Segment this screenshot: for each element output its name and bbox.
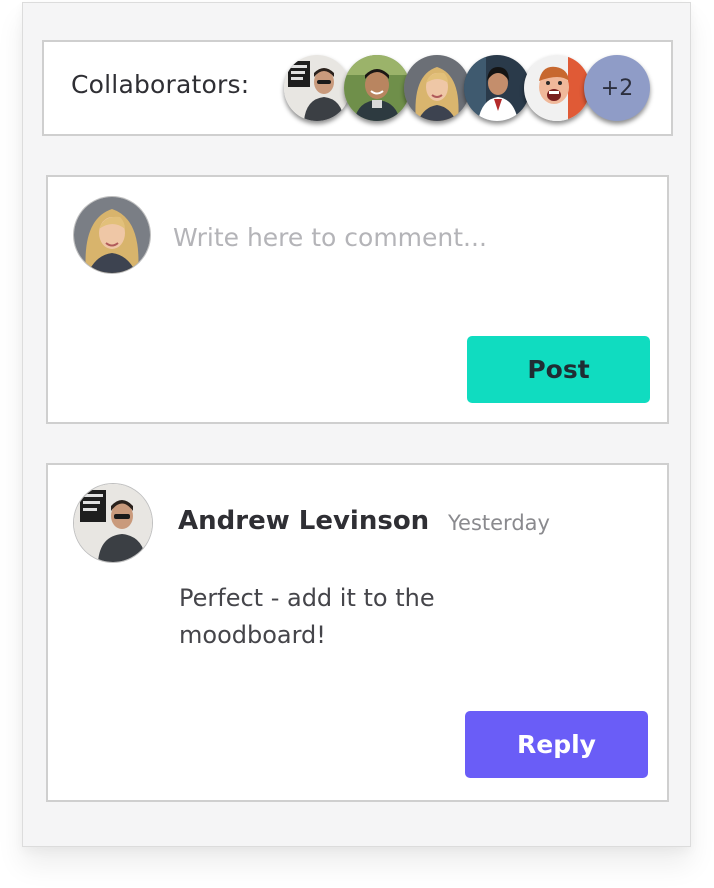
comment-author-name[interactable]: Andrew Levinson: [178, 506, 429, 536]
comment-card: Andrew Levinson Yesterday Perfect - add …: [46, 463, 669, 802]
reply-button[interactable]: Reply: [465, 711, 648, 778]
collaborator-avatar-3[interactable]: [404, 55, 470, 121]
comment-input[interactable]: [173, 217, 633, 257]
comment-author-avatar: [74, 484, 152, 562]
collaborator-avatar-2[interactable]: [344, 55, 410, 121]
current-user-avatar: [74, 197, 150, 273]
collaborators-label: Collaborators:: [71, 70, 250, 99]
comment-compose-card: Post: [46, 175, 669, 424]
collaborator-avatar-1[interactable]: [284, 55, 350, 121]
collaborator-avatar-5[interactable]: [524, 55, 590, 121]
comments-panel: Collaborators: +2 Write here to comment.…: [22, 2, 691, 847]
collaborator-avatar-4[interactable]: [464, 55, 530, 121]
comment-timestamp: Yesterday: [448, 511, 550, 535]
collaborator-avatars: +2: [284, 55, 654, 125]
comment-text: Perfect - add it to the moodboard!: [179, 584, 435, 649]
more-collaborators-badge[interactable]: +2: [584, 55, 650, 121]
collaborators-bar: Collaborators: +2: [42, 40, 673, 136]
post-button[interactable]: Post: [467, 336, 650, 403]
